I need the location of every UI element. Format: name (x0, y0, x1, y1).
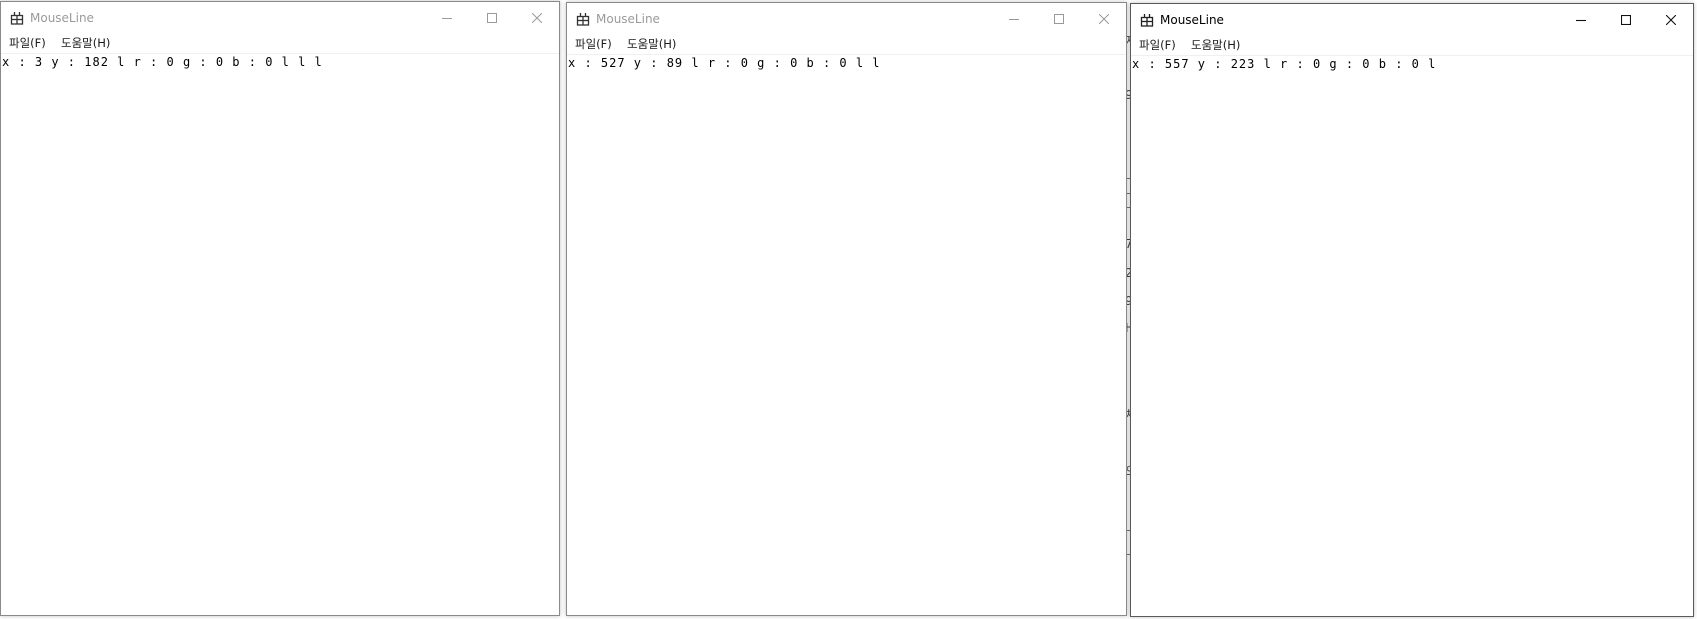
menu-file[interactable]: 파일(F) (1138, 37, 1177, 54)
title-bar[interactable]: MouseLine (567, 3, 1126, 35)
mouse-status-text: x : 3 y : 182 l r : 0 g : 0 b : 0 l l l (2, 55, 323, 69)
close-button[interactable] (1648, 4, 1693, 36)
title-bar[interactable]: MouseLine (1131, 4, 1693, 36)
maximize-icon (1053, 14, 1064, 24)
menu-bar: 파일(F) 도움말(H) (1131, 36, 1693, 56)
maximize-button[interactable] (469, 2, 514, 34)
menu-file[interactable]: 파일(F) (574, 36, 613, 53)
close-icon (531, 13, 542, 23)
menu-help[interactable]: 도움말(H) (626, 36, 677, 53)
mouseline-window-3[interactable]: MouseLine 파일(F) 도움말(H) x : 557 y : 223 l… (1130, 3, 1694, 617)
menu-help[interactable]: 도움말(H) (60, 35, 111, 52)
client-area[interactable]: x : 3 y : 182 l r : 0 g : 0 b : 0 l l l (1, 54, 559, 615)
maximize-icon (1620, 15, 1631, 25)
minimize-button[interactable] (424, 2, 469, 34)
window-title: MouseLine (1160, 13, 1224, 27)
close-button[interactable] (1081, 3, 1126, 35)
minimize-icon (1575, 19, 1586, 22)
window-title: MouseLine (30, 11, 94, 25)
mouse-status-text: x : 557 y : 223 l r : 0 g : 0 b : 0 l (1132, 57, 1437, 71)
client-area[interactable]: x : 527 y : 89 l r : 0 g : 0 b : 0 l l (567, 55, 1126, 615)
menu-bar: 파일(F) 도움말(H) (1, 34, 559, 54)
app-grid-icon[interactable] (10, 11, 24, 25)
maximize-icon (486, 13, 497, 23)
app-grid-icon[interactable] (576, 12, 590, 26)
title-bar[interactable]: MouseLine (1, 2, 559, 34)
window-title: MouseLine (596, 12, 660, 26)
mouseline-window-2[interactable]: MouseLine 파일(F) 도움말(H) x : 527 y : 89 l … (566, 2, 1127, 616)
close-button[interactable] (514, 2, 559, 34)
minimize-icon (1008, 19, 1019, 20)
menu-bar: 파일(F) 도움말(H) (567, 35, 1126, 55)
maximize-button[interactable] (1036, 3, 1081, 35)
minimize-icon (441, 18, 452, 19)
app-grid-icon[interactable] (1140, 13, 1154, 27)
mouseline-window-1[interactable]: MouseLine 파일(F) 도움말(H) x : 3 y : 182 l r… (0, 1, 560, 616)
minimize-button[interactable] (991, 3, 1036, 35)
client-area[interactable]: x : 557 y : 223 l r : 0 g : 0 b : 0 l (1131, 56, 1693, 616)
desktop: 지 9 7 2 9 H 차 오 MouseLine 파일(F) 도움말(H) x… (0, 0, 1697, 619)
maximize-button[interactable] (1603, 4, 1648, 36)
mouse-status-text: x : 527 y : 89 l r : 0 g : 0 b : 0 l l (568, 56, 881, 70)
close-icon (1098, 14, 1109, 24)
menu-help[interactable]: 도움말(H) (1190, 37, 1241, 54)
minimize-button[interactable] (1558, 4, 1603, 36)
menu-file[interactable]: 파일(F) (8, 35, 47, 52)
close-icon (1665, 15, 1676, 25)
